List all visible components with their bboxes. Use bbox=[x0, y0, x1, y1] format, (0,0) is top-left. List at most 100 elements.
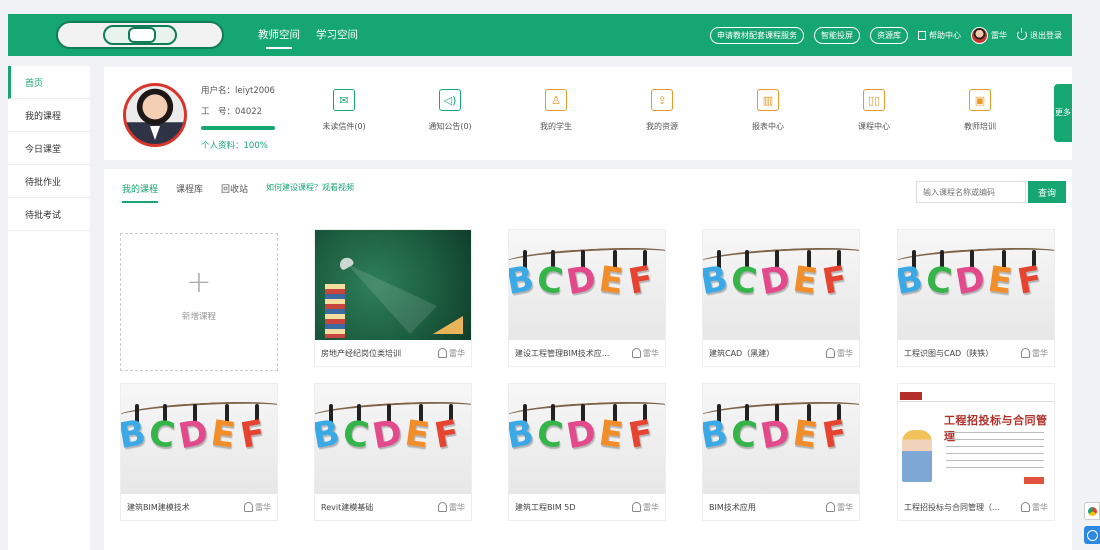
more-button[interactable]: 更多 bbox=[1054, 84, 1072, 142]
report-center-shortcut[interactable]: ▥ 报表中心 bbox=[718, 89, 818, 132]
course-thumbnail: BCDEF bbox=[703, 230, 859, 340]
alphabet-letter: C bbox=[923, 259, 955, 303]
logout-label: 退出登录 bbox=[1030, 30, 1062, 40]
course-search-input[interactable] bbox=[916, 181, 1026, 203]
alphabet-letter: F bbox=[237, 413, 269, 457]
logout-button[interactable]: 退出登录 bbox=[1017, 28, 1062, 41]
alphabet-letter: D bbox=[757, 412, 794, 458]
user-icon bbox=[438, 502, 447, 512]
alphabet-letter: D bbox=[563, 412, 600, 458]
course-title: 建筑工程BIM 5D bbox=[515, 502, 576, 512]
alphabet-letter: E bbox=[402, 413, 432, 457]
mail-icon: ✉ bbox=[333, 89, 355, 111]
sidebar-item-home[interactable]: 首页 bbox=[8, 66, 90, 99]
course-thumbnail: BCDEF bbox=[315, 384, 471, 494]
alphabet-letter: B bbox=[315, 412, 343, 458]
course-thumbnail: 工程招投标与合同管理 bbox=[898, 384, 1054, 494]
alphabet-letter: E bbox=[596, 413, 626, 457]
sidebar: 首页 我的课程 今日课堂 待批作业 待批考试 bbox=[8, 66, 90, 550]
smart-cast-button[interactable]: 智能投屏 bbox=[814, 26, 860, 44]
tab-course-library[interactable]: 课程库 bbox=[176, 182, 203, 195]
books-icon bbox=[325, 284, 345, 338]
user-menu[interactable]: 雷华 bbox=[971, 26, 1007, 44]
apply-course-service-button[interactable]: 申请教材配套课程服务 bbox=[710, 26, 804, 44]
notice-label: 通知公告(0) bbox=[428, 122, 472, 131]
resource-library-button[interactable]: 资源库 bbox=[870, 26, 908, 44]
report-center-label: 报表中心 bbox=[752, 122, 784, 131]
user-icon bbox=[632, 348, 641, 358]
profile-avatar[interactable] bbox=[123, 83, 187, 147]
tab-my-courses[interactable]: 我的课程 bbox=[122, 182, 159, 203]
user-info: 用户名：leiyt2006 工 号：04022 个人资料：100% bbox=[201, 84, 275, 160]
alphabet-letter: D bbox=[369, 412, 406, 458]
alphabet-letter: D bbox=[952, 258, 989, 304]
help-center-link[interactable]: 帮助中心 bbox=[918, 30, 961, 41]
my-students-shortcut[interactable]: ♙ 我的学生 bbox=[506, 89, 606, 132]
sidebar-item-my-courses[interactable]: 我的课程 bbox=[8, 99, 90, 132]
notice-shortcut[interactable]: ◁) 通知公告(0) bbox=[400, 89, 500, 132]
my-resources-label: 我的资源 bbox=[646, 122, 678, 131]
course-card[interactable]: BCDEF 工程识图与CAD（陕铁） 雷华 bbox=[897, 229, 1055, 367]
my-resources-shortcut[interactable]: ⇪ 我的资源 bbox=[612, 89, 712, 132]
user-icon bbox=[632, 502, 641, 512]
user-icon bbox=[244, 502, 253, 512]
teacher-training-shortcut[interactable]: ▣ 教师培训 bbox=[930, 89, 1030, 132]
plus-icon: + bbox=[186, 265, 212, 300]
ruler-icon bbox=[433, 316, 463, 334]
profile-completion-link[interactable]: 个人资料：100% bbox=[201, 139, 275, 151]
course-thumbnail: BCDEF bbox=[509, 230, 665, 340]
alphabet-letter: F bbox=[625, 413, 657, 457]
sidebar-item-pending-homework[interactable]: 待批作业 bbox=[8, 165, 90, 198]
alphabet-letter: F bbox=[819, 413, 851, 457]
alphabet-letter: F bbox=[819, 259, 851, 303]
unread-mail-shortcut[interactable]: ✉ 未读信件(0) bbox=[294, 89, 394, 132]
course-author: 雷华 bbox=[1021, 502, 1048, 513]
course-title: 建筑CAD（黑建） bbox=[709, 348, 775, 358]
sidebar-item-today-class[interactable]: 今日课堂 bbox=[8, 132, 90, 165]
course-thumbnail bbox=[315, 230, 471, 340]
course-author: 雷华 bbox=[632, 348, 659, 359]
unread-mail-label: 未读信件(0) bbox=[322, 122, 366, 131]
alphabet-letter: E bbox=[790, 413, 820, 457]
course-card[interactable]: BCDEF 建筑工程BIM 5D 雷华 bbox=[508, 383, 666, 521]
student-icon: ♙ bbox=[545, 89, 567, 111]
user-icon bbox=[1021, 348, 1030, 358]
user-icon bbox=[438, 348, 447, 358]
alphabet-letter: F bbox=[625, 259, 657, 303]
course-card[interactable]: 工程招投标与合同管理 工程招投标与合同管理（... 雷华 bbox=[897, 383, 1055, 521]
course-card[interactable]: BCDEF BIM技术应用 雷华 bbox=[702, 383, 860, 521]
course-author: 雷华 bbox=[826, 502, 853, 513]
header-actions: 申请教材配套课程服务 智能投屏 资源库 帮助中心 雷华 退出登录 bbox=[710, 26, 1062, 44]
add-course-label: 新增课程 bbox=[181, 312, 216, 322]
browser-extension-icon[interactable] bbox=[1084, 502, 1100, 520]
add-course-card[interactable]: + 新增课程 bbox=[120, 233, 278, 371]
alphabet-letter: F bbox=[431, 413, 463, 457]
course-card[interactable]: BCDEF Revit建模基础 雷华 bbox=[314, 383, 472, 521]
search-button[interactable]: 查询 bbox=[1028, 181, 1066, 203]
avatar bbox=[971, 26, 988, 44]
alphabet-letter: E bbox=[596, 259, 626, 303]
resource-icon: ⇪ bbox=[651, 89, 673, 111]
course-author: 雷华 bbox=[632, 502, 659, 513]
alphabet-letter: B bbox=[509, 412, 537, 458]
nav-learning-space[interactable]: 学习空间 bbox=[316, 14, 358, 56]
school-logo[interactable] bbox=[56, 21, 224, 49]
course-panel: 我的课程 课程库 回收站 如何建设课程？观看视频 查询 + 新增课程 房地产经纪… bbox=[104, 169, 1072, 550]
course-card[interactable]: BCDEF 建筑BIM建模技术 雷华 bbox=[120, 383, 278, 521]
sidebar-item-pending-exams[interactable]: 待批考试 bbox=[8, 198, 90, 231]
chat-support-icon[interactable] bbox=[1084, 526, 1100, 544]
report-icon: ▥ bbox=[757, 89, 779, 111]
course-card[interactable]: BCDEF 建设工程管理BIM技术应... 雷华 bbox=[508, 229, 666, 367]
help-center-label: 帮助中心 bbox=[929, 30, 961, 40]
how-to-build-course-video-link[interactable]: 如何建设课程？观看视频 bbox=[266, 182, 354, 195]
course-thumbnail: BCDEF bbox=[509, 384, 665, 494]
course-center-shortcut[interactable]: ▯▯ 课程中心 bbox=[824, 89, 924, 132]
tab-recycle-bin[interactable]: 回收站 bbox=[221, 182, 248, 195]
help-icon bbox=[918, 30, 926, 40]
course-card[interactable]: 房地产经纪岗位类培训 雷华 bbox=[314, 229, 472, 367]
alphabet-letter: D bbox=[563, 258, 600, 304]
alphabet-letter: E bbox=[985, 259, 1015, 303]
course-author: 雷华 bbox=[826, 348, 853, 359]
course-card[interactable]: BCDEF 建筑CAD（黑建） 雷华 bbox=[702, 229, 860, 367]
nav-teacher-space[interactable]: 教师空间 bbox=[258, 14, 300, 56]
